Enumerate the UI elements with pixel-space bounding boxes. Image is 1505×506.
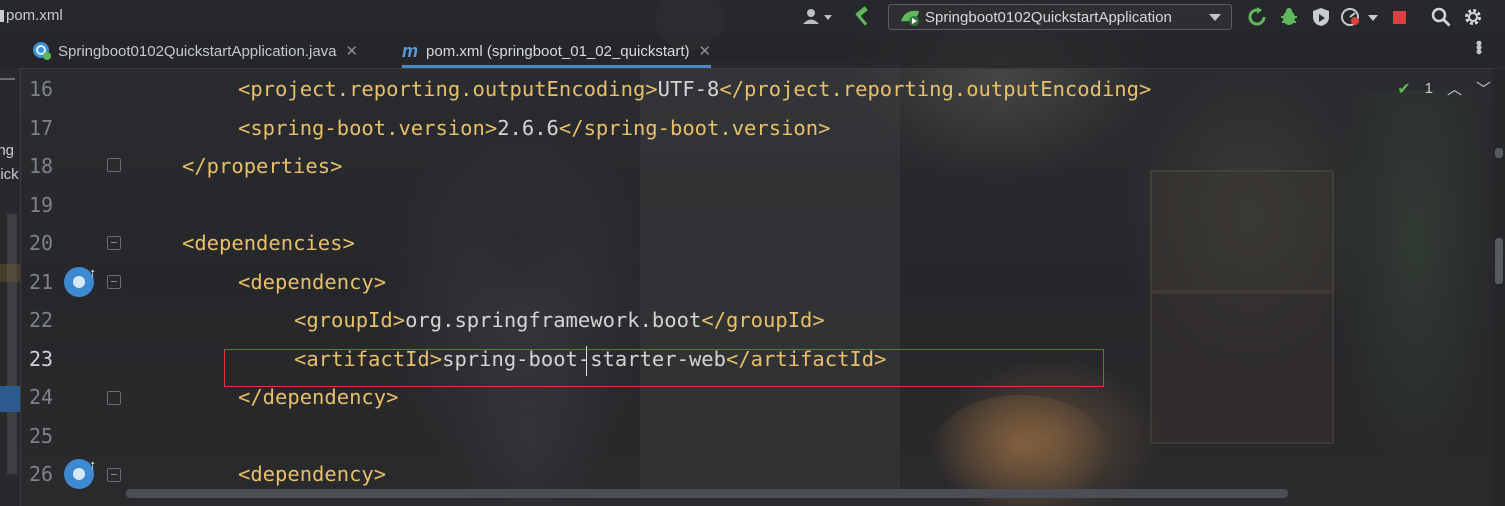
sidebar-collapse-icon[interactable]: — — [0, 70, 15, 87]
text-caret — [586, 346, 587, 376]
search-icon[interactable] — [1430, 6, 1452, 28]
maven-navigate-icon[interactable]: ↑ — [64, 265, 96, 297]
code-line: <groupId> org.springframework.boot </group… — [294, 308, 825, 332]
user-icon[interactable] — [800, 6, 834, 28]
chevron-up-icon[interactable]: ︿ — [1447, 78, 1462, 99]
fold-marker[interactable] — [107, 275, 121, 289]
close-icon[interactable]: ✕ — [698, 42, 711, 60]
window-title: pom.xml — [6, 7, 63, 24]
sidebar-scrollbar[interactable] — [7, 214, 17, 474]
tab-pom-xml[interactable]: m pom.xml (springboot_01_02_quickstart) … — [402, 34, 712, 68]
file-icon — [0, 10, 4, 22]
code-line: <project.reporting.outputEncoding> UTF-8 <… — [238, 77, 1152, 101]
debug-icon[interactable] — [1278, 6, 1300, 28]
line-number: 19 — [29, 193, 54, 217]
line-number: 20 — [29, 231, 54, 255]
line-number-current: 23 — [29, 347, 54, 371]
settings-icon[interactable] — [1462, 6, 1484, 28]
tab-label: pom.xml (springboot_01_02_quickstart) — [426, 42, 690, 60]
horizontal-scrollbar-thumb[interactable] — [126, 489, 1288, 498]
line-number: 26 — [29, 462, 54, 486]
check-icon: ✔ — [1397, 80, 1411, 98]
build-hammer-icon[interactable] — [850, 6, 874, 28]
run-configuration-selector[interactable]: Springboot0102QuickstartApplication — [888, 4, 1232, 30]
line-number: 21 — [29, 270, 54, 294]
line-number: 24 — [29, 385, 54, 409]
line-number: 17 — [29, 116, 54, 140]
profile-icon[interactable] — [1340, 6, 1384, 28]
tab-springboot-application-java[interactable]: Springboot0102QuickstartApplication.java… — [32, 34, 358, 68]
code-line: <dependency> — [238, 270, 387, 294]
sidebar-selected-item[interactable] — [0, 386, 20, 412]
code-line: <spring-boot.version> 2.6.6 </spring-boot.… — [238, 116, 831, 140]
vertical-scrollbar[interactable] — [1493, 68, 1505, 506]
inspection-widget[interactable]: ✔ 1 ︿ ﹀ — [1397, 78, 1491, 99]
chevron-down-icon — [1209, 14, 1221, 21]
line-number: 18 — [29, 154, 54, 178]
spring-boot-run-icon — [899, 7, 921, 27]
scrollbar-marker — [1495, 148, 1503, 158]
sidebar-highlight — [0, 264, 20, 282]
title-bar: pom.xml Springboot0102QuickstartApplicat… — [0, 0, 1505, 34]
fold-marker[interactable] — [107, 391, 121, 405]
stop-icon[interactable] — [1390, 6, 1408, 28]
maven-m-icon: m — [402, 40, 419, 61]
run-configuration-label: Springboot0102QuickstartApplication — [925, 8, 1172, 26]
close-icon[interactable]: ✕ — [346, 42, 359, 60]
sidebar-text-fragment: uick — [0, 166, 19, 183]
fold-marker[interactable] — [107, 468, 121, 482]
tab-label: Springboot0102QuickstartApplication.java — [58, 42, 337, 60]
highlight-annotation-box — [224, 349, 1104, 387]
scrollbar-thumb[interactable] — [1495, 238, 1503, 284]
fold-marker[interactable] — [107, 236, 121, 250]
coverage-icon[interactable] — [1310, 6, 1332, 28]
chevron-down-icon[interactable]: ﹀ — [1476, 78, 1491, 99]
code-line: </properties> — [182, 154, 343, 178]
fold-marker[interactable] — [107, 158, 121, 172]
project-sidebar-strip[interactable]: ing uick — — [0, 68, 21, 506]
code-line: <dependency> — [238, 462, 387, 486]
line-number: 16 — [29, 77, 54, 101]
line-number: 22 — [29, 308, 54, 332]
editor-tab-bar: Springboot0102QuickstartApplication.java… — [0, 34, 1505, 69]
inspection-count: 1 — [1424, 80, 1433, 97]
sidebar-text-fragment: ing — [0, 142, 15, 159]
spring-java-class-icon — [32, 41, 52, 61]
line-number: 25 — [29, 424, 54, 448]
rerun-icon[interactable] — [1246, 6, 1268, 28]
maven-navigate-icon[interactable]: ↑ — [64, 457, 96, 489]
code-line: <dependencies> — [182, 231, 355, 255]
more-tabs-icon[interactable]: ••• — [1468, 40, 1489, 53]
code-editor[interactable]: 16 17 18 19 20 21 22 23 24 25 26 ↑ ↑ <pr… — [21, 68, 1505, 506]
